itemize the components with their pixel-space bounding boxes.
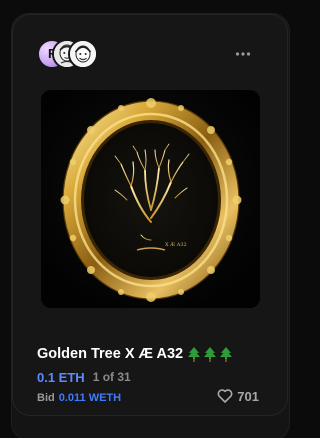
price-row: 0.1 ETH 1 of 31 — [37, 368, 131, 386]
nft-card[interactable]: F — [12, 14, 288, 416]
artwork-image[interactable]: X Æ A32 — [41, 90, 260, 308]
heart-icon — [217, 389, 233, 403]
artwork-caption: X Æ A32 — [165, 242, 187, 248]
bid-label: Bid — [37, 392, 55, 404]
more-options-button[interactable] — [235, 45, 251, 59]
golden-tree-artwork: X Æ A32 — [41, 90, 260, 308]
face-portrait-icon — [70, 41, 96, 67]
bid-row: Bid 0.011 WETH — [37, 390, 121, 406]
edition-count: 1 of 31 — [92, 370, 131, 384]
collector-avatar-2[interactable] — [68, 39, 98, 69]
evergreen-tree-emoji-icon — [204, 346, 217, 362]
nft-title[interactable]: Golden Tree X Æ A32 — [37, 346, 183, 362]
page: F — [0, 0, 312, 438]
card-header: F — [13, 39, 287, 69]
price-value: 0.1 ETH — [37, 369, 85, 385]
evergreen-tree-emoji-icon — [188, 346, 201, 362]
title-row: Golden Tree X Æ A32 — [37, 343, 233, 365]
bid-value: 0.011 WETH — [58, 392, 122, 404]
like-button[interactable]: 701 — [217, 387, 259, 405]
like-count: 701 — [237, 388, 259, 404]
title-emojis — [187, 346, 233, 362]
evergreen-tree-emoji-icon — [220, 346, 233, 362]
more-dots-icon — [235, 52, 251, 56]
